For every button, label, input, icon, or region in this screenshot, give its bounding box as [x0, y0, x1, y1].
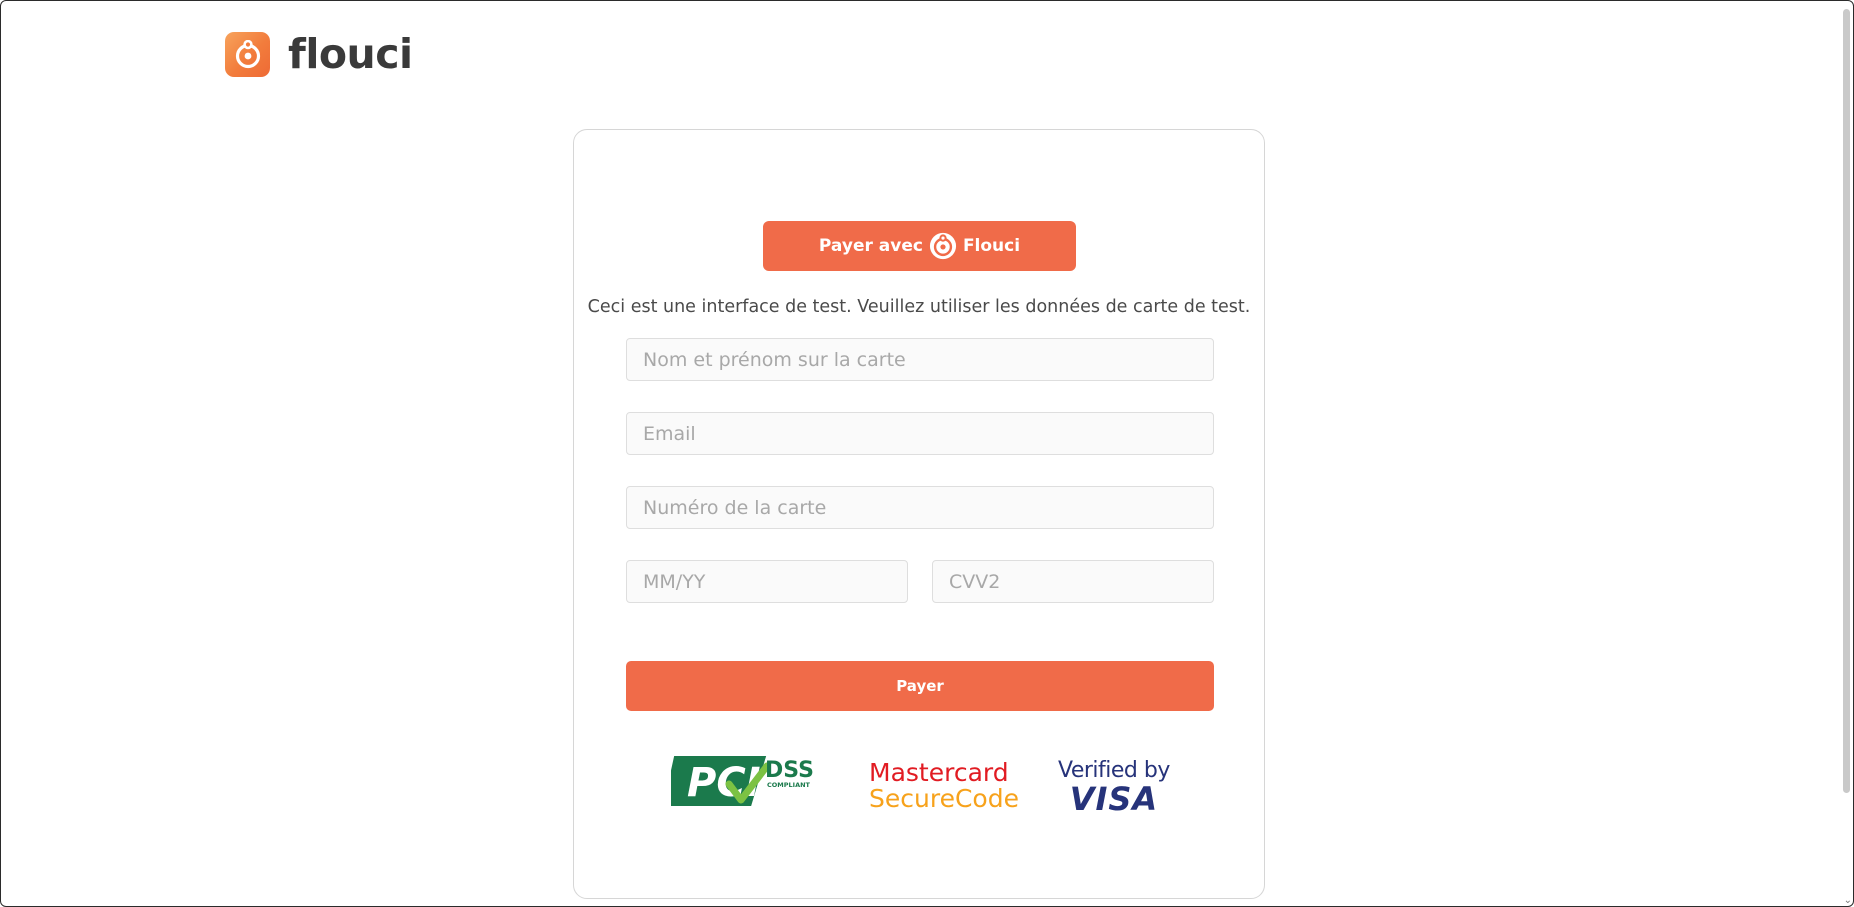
browser-window: flouci Payer avec Flouci Ceci est une in… [0, 0, 1854, 907]
flouci-logo-icon [929, 232, 957, 260]
brand-logo[interactable]: flouci [225, 32, 413, 77]
pci-dss-badge: PCI DSS COMPLIANT [663, 750, 821, 814]
flouci-logo-icon [225, 32, 270, 77]
securecode-text: SecureCode [869, 784, 1019, 814]
verified-by-visa-badge: Verified by VISA [1058, 758, 1170, 815]
scroll-down-icon[interactable]: ⌄ [1844, 895, 1852, 906]
mastercard-text: Mastercard [869, 758, 1009, 787]
dss-text: DSS [765, 758, 814, 783]
brand-name: flouci [288, 30, 413, 78]
test-mode-notice: Ceci est une interface de test. Veuillez… [587, 297, 1251, 317]
email-input[interactable] [626, 412, 1214, 455]
payment-card: Payer avec Flouci Ceci est une interface… [573, 129, 1265, 899]
flouci-brand-label: Flouci [962, 236, 1021, 256]
cardholder-name-input[interactable] [626, 338, 1214, 381]
cvv-input[interactable] [932, 560, 1214, 603]
visa-text: VISA [1069, 780, 1159, 818]
compliant-text: COMPLIANT [767, 781, 811, 789]
pay-with-label: Payer avec [818, 236, 923, 256]
pay-with-flouci-button[interactable]: Payer avec Flouci [763, 221, 1076, 271]
vertical-scrollbar[interactable] [1843, 9, 1850, 793]
pay-button[interactable]: Payer [626, 661, 1214, 711]
mastercard-securecode-badge: Mastercard SecureCode [869, 758, 1019, 814]
trust-badges: PCI DSS COMPLIANT Mastercard SecureCode … [574, 750, 1264, 820]
expiry-date-input[interactable] [626, 560, 908, 603]
card-number-input[interactable] [626, 486, 1214, 529]
